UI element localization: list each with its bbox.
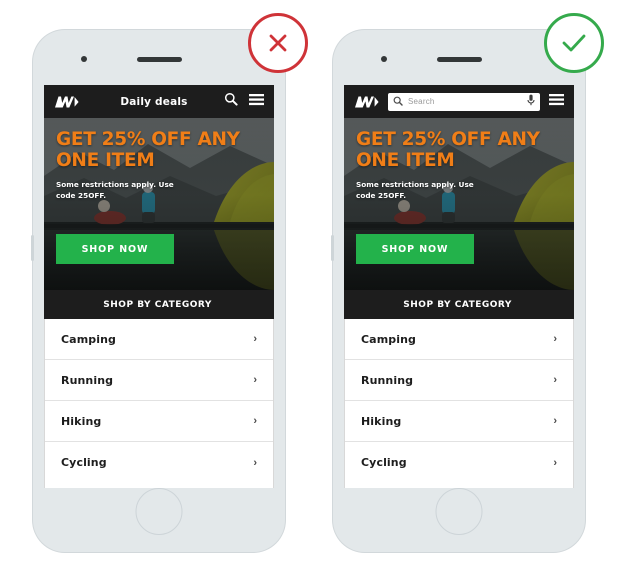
brand-logo[interactable]	[54, 93, 84, 111]
status-badge-pass	[544, 13, 604, 73]
list-item[interactable]: Cycling ›	[345, 442, 573, 483]
phone-side-button[interactable]	[31, 235, 34, 261]
hero-headline: GET 25% OFF ANY ONE ITEM	[356, 129, 540, 171]
hamburger-menu-icon[interactable]	[249, 93, 264, 111]
search-icon[interactable]	[224, 92, 238, 111]
earpiece-speaker	[137, 57, 182, 62]
phone-mockup-right: Search GET 25% OFF ANY ONE ITEM Some res…	[331, 30, 585, 552]
hero-content: GET 25% OFF ANY ONE ITEM Some restrictio…	[44, 118, 274, 290]
hero-subtext: Some restrictions apply. Use code 25OFF.	[356, 180, 474, 201]
list-item[interactable]: Camping ›	[345, 319, 573, 360]
category-nav-center-label[interactable]: SHOP BY CATEGORY	[403, 300, 512, 310]
category-nav-bar[interactable]: ALE SHOP BY CATEGORY SHO	[344, 290, 574, 319]
list-item[interactable]: Running ›	[345, 360, 573, 401]
brand-logo[interactable]	[354, 93, 384, 111]
app-bar-left: Daily deals	[44, 85, 274, 118]
hero-headline: GET 25% OFF ANY ONE ITEM	[56, 129, 240, 171]
shop-now-button[interactable]: SHOP NOW	[56, 234, 174, 264]
front-camera-icon	[81, 56, 87, 62]
home-button[interactable]	[135, 488, 183, 535]
list-item[interactable]: Camping ›	[45, 319, 273, 360]
phone-screen-right: Search GET 25% OFF ANY ONE ITEM Some res…	[344, 85, 574, 488]
app-bar-title: Daily deals	[120, 95, 188, 108]
category-nav-holder-right: ALE SHOP BY CATEGORY SHO	[344, 290, 574, 319]
app-bar-actions	[549, 93, 564, 111]
category-label: Camping	[361, 332, 417, 346]
category-label: Running	[361, 373, 414, 387]
category-label: Camping	[61, 332, 117, 346]
front-camera-icon	[381, 56, 387, 62]
hamburger-menu-icon[interactable]	[549, 93, 564, 111]
chevron-right-icon: ›	[253, 333, 257, 345]
shop-now-button[interactable]: SHOP NOW	[356, 234, 474, 264]
app-bar-actions	[224, 92, 264, 111]
search-icon	[393, 93, 403, 111]
category-nav-holder-left: ALE SHOP BY CATEGORY SHO	[44, 290, 274, 319]
home-button[interactable]	[435, 488, 483, 535]
comparison-stage: Daily deals GET 25% OFF ANY ONE ITEM Som…	[0, 0, 641, 562]
app-bar-right: Search	[344, 85, 574, 118]
chevron-right-icon: ›	[253, 415, 257, 427]
chevron-right-icon: ›	[553, 374, 557, 386]
microphone-icon[interactable]	[527, 93, 535, 111]
category-nav-bar[interactable]: ALE SHOP BY CATEGORY SHO	[44, 290, 274, 319]
chevron-right-icon: ›	[553, 333, 557, 345]
search-input[interactable]: Search	[388, 92, 540, 111]
phone-mockup-left: Daily deals GET 25% OFF ANY ONE ITEM Som…	[31, 30, 285, 552]
phone-side-button[interactable]	[331, 235, 334, 261]
status-badge-fail	[248, 13, 308, 73]
phone-screen-left: Daily deals GET 25% OFF ANY ONE ITEM Som…	[44, 85, 274, 488]
category-nav-center-label[interactable]: SHOP BY CATEGORY	[103, 300, 212, 310]
hero-content: GET 25% OFF ANY ONE ITEM Some restrictio…	[344, 118, 574, 290]
x-mark-icon	[269, 34, 287, 52]
category-label: Hiking	[361, 414, 402, 428]
list-item[interactable]: Hiking ›	[345, 401, 573, 442]
earpiece-speaker	[437, 57, 482, 62]
hero-subtext: Some restrictions apply. Use code 25OFF.	[56, 180, 174, 201]
list-item[interactable]: Hiking ›	[45, 401, 273, 442]
category-label: Cycling	[361, 456, 407, 469]
chevron-right-icon: ›	[253, 374, 257, 386]
list-item[interactable]: Cycling ›	[45, 442, 273, 483]
chevron-right-icon: ›	[553, 456, 557, 469]
category-label: Hiking	[61, 414, 102, 428]
category-list-right: Camping › Running › Hiking › Cycling ›	[344, 319, 574, 488]
category-label: Cycling	[61, 456, 107, 469]
hero-banner-left: GET 25% OFF ANY ONE ITEM Some restrictio…	[44, 118, 274, 290]
list-item[interactable]: Running ›	[45, 360, 273, 401]
category-list-left: Camping › Running › Hiking › Cycling ›	[44, 319, 274, 488]
search-placeholder: Search	[408, 97, 435, 106]
chevron-right-icon: ›	[553, 415, 557, 427]
category-label: Running	[61, 373, 114, 387]
hero-banner-right: GET 25% OFF ANY ONE ITEM Some restrictio…	[344, 118, 574, 290]
chevron-right-icon: ›	[253, 456, 257, 469]
check-mark-icon	[562, 34, 586, 52]
